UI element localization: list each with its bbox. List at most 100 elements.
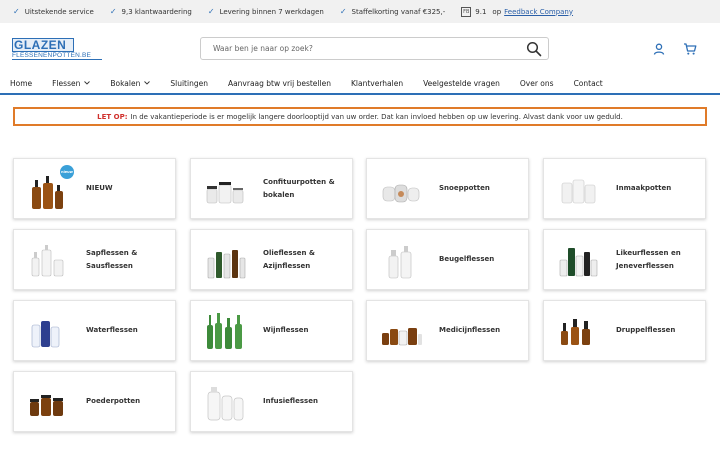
category-card[interactable]: Inmaakpotten xyxy=(543,158,706,219)
nav-item-label: Veelgestelde vragen xyxy=(423,78,500,88)
category-card[interactable]: Snoeppotten xyxy=(366,158,529,219)
product-image xyxy=(382,184,420,202)
check-icon: ✓ xyxy=(207,7,215,16)
category-card[interactable]: Druppelflessen xyxy=(543,300,706,361)
category-card[interactable]: Poederpotten xyxy=(13,371,176,432)
nav-item[interactable]: Bokalen xyxy=(110,78,151,88)
category-thumbnail xyxy=(379,309,423,353)
nav-item[interactable]: Klantverhalen xyxy=(351,79,403,88)
logo-domain: FLESSENENPOTTEN.BE xyxy=(12,52,102,60)
usp-item: ✓ Staffelkorting vanaf €325,- xyxy=(339,7,446,16)
category-thumbnail xyxy=(556,309,600,353)
category-thumbnail xyxy=(203,167,247,211)
nav-item[interactable]: Aanvraag btw vrij bestellen xyxy=(228,79,331,88)
usp-item: ✓ 9,3 klantwaardering xyxy=(109,7,192,16)
search-icon[interactable] xyxy=(526,41,542,57)
nav-item-label: Aanvraag btw vrij bestellen xyxy=(227,78,331,88)
product-image xyxy=(206,181,244,203)
category-card[interactable]: Wijnflessen xyxy=(190,300,353,361)
rating: FB 9.1 op Feedback Company xyxy=(461,6,573,17)
category-card[interactable]: nieuw NIEUW xyxy=(13,158,176,219)
category-label: Snoeppotten xyxy=(439,184,490,192)
category-thumbnail xyxy=(26,238,70,282)
notice-text: In de vakantieperiode is er mogelijk lan… xyxy=(130,112,623,121)
product-image xyxy=(559,247,598,276)
product-image xyxy=(388,245,412,278)
nav-item-label: Klantverhalen xyxy=(350,78,404,88)
cart-icon[interactable] xyxy=(683,42,697,56)
main-nav: Home Flessen Bokalen Sluitingen Aanvraag btw… xyxy=(0,73,720,95)
nav-item-label: Over ons xyxy=(519,78,554,88)
category-label: Sapflessen & Sausflessen xyxy=(86,248,138,270)
check-icon: ✓ xyxy=(109,7,117,16)
category-label: Confituurpotten & bokalen xyxy=(263,177,335,199)
category-label: Beugelflessen xyxy=(439,255,495,263)
category-thumbnail xyxy=(203,380,247,424)
product-image xyxy=(30,394,63,416)
category-label: Medicijnflessen xyxy=(439,326,501,334)
site-logo[interactable]: GLAZEN FLESSENENPOTTEN.BE xyxy=(12,38,102,60)
category-card[interactable]: Confituurpotten & bokalen xyxy=(190,158,353,219)
category-thumbnail xyxy=(26,380,70,424)
category-label: NIEUW xyxy=(86,184,113,192)
category-thumbnail xyxy=(556,238,600,282)
category-label: Wijnflessen xyxy=(263,326,309,334)
product-image xyxy=(207,312,242,349)
nav-item-label: Bokalen xyxy=(110,78,141,88)
usp-item: ✓ Levering binnen 7 werkdagen xyxy=(207,7,324,16)
feedback-company-logo: FB xyxy=(461,6,472,17)
logo-word: GLAZEN xyxy=(12,38,74,52)
new-badge: nieuw xyxy=(60,164,74,179)
category-card[interactable]: Beugelflessen xyxy=(366,229,529,290)
category-card[interactable]: Infusieflessen xyxy=(190,371,353,432)
nav-item-label: Home xyxy=(10,78,33,88)
category-label: Likeurflessen en Jeneverflessen xyxy=(616,248,681,270)
category-card[interactable]: Olieflessen & Azijnflessen xyxy=(190,229,353,290)
product-image xyxy=(31,320,60,347)
category-thumbnail: nieuw xyxy=(26,164,74,211)
category-card[interactable]: Sapflessen & Sausflessen xyxy=(13,229,176,290)
chevron-down-icon xyxy=(84,81,91,85)
usp-item: ✓ Uitstekende service xyxy=(13,7,94,16)
category-label: Poederpotten xyxy=(86,397,141,405)
category-card[interactable]: Likeurflessen en Jeneverflessen xyxy=(543,229,706,290)
nav-item-label: Contact xyxy=(573,78,603,88)
check-icon: ✓ xyxy=(13,7,20,16)
nav-item[interactable]: Home xyxy=(10,79,32,88)
check-icon: ✓ xyxy=(339,7,347,16)
category-thumbnail xyxy=(556,167,600,211)
nav-item-label: Flessen xyxy=(52,78,81,88)
product-image xyxy=(561,318,590,345)
feedback-company-link[interactable]: Feedback Company xyxy=(504,8,573,16)
category-label: Infusieflessen xyxy=(263,397,318,405)
user-icon[interactable] xyxy=(652,42,666,56)
nav-item[interactable]: Sluitingen xyxy=(170,79,208,88)
nav-item-label: Sluitingen xyxy=(170,78,208,88)
rating-prefix: op xyxy=(492,7,502,16)
product-image xyxy=(561,179,596,203)
category-label: Inmaakpotten xyxy=(616,184,672,192)
product-image xyxy=(382,327,422,345)
category-thumbnail xyxy=(379,167,423,211)
product-image xyxy=(31,244,64,276)
category-thumbnail xyxy=(26,309,70,353)
search-box xyxy=(200,37,549,60)
category-card[interactable]: Medicijnflessen xyxy=(366,300,529,361)
category-label: Waterflessen xyxy=(86,326,138,334)
site-header: GLAZEN FLESSENENPOTTEN.BE xyxy=(0,23,720,73)
search-input[interactable] xyxy=(201,38,521,59)
nav-item[interactable]: Veelgestelde vragen xyxy=(423,79,500,88)
product-image xyxy=(207,249,246,278)
nav-item[interactable]: Flessen xyxy=(52,78,91,88)
category-label: Olieflessen & Azijnflessen xyxy=(263,248,316,270)
product-image xyxy=(207,386,244,420)
category-thumbnail xyxy=(379,238,423,282)
usp-bar: ✓ Uitstekende service ✓ 9,3 klantwaarderin… xyxy=(0,0,720,23)
nav-item[interactable]: Contact xyxy=(574,79,603,88)
category-card[interactable]: Waterflessen xyxy=(13,300,176,361)
holiday-notice: LET OP: In de vakantieperiode is er moge… xyxy=(13,107,707,126)
notice-label: LET OP: xyxy=(97,112,128,121)
rating-score: 9.1 xyxy=(475,7,487,16)
category-thumbnail xyxy=(203,238,247,282)
nav-item[interactable]: Over ons xyxy=(520,79,554,88)
